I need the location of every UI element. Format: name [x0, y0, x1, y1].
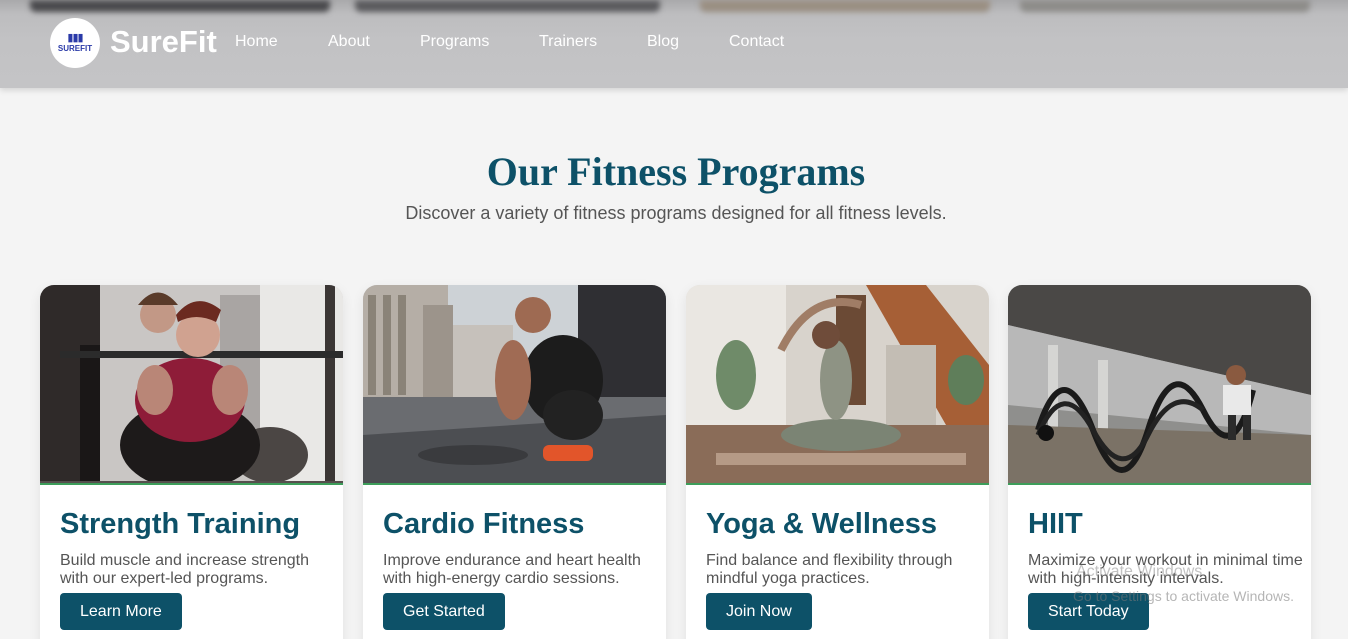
strength-training-image — [40, 285, 343, 483]
card-title: HIIT — [1028, 508, 1083, 540]
hiit-image — [1008, 285, 1311, 483]
activation-watermark-title: Activate Windows — [1076, 563, 1203, 580]
learn-more-button[interactable]: Learn More — [60, 593, 182, 630]
brand-name[interactable]: SureFit — [110, 24, 217, 60]
activation-watermark-text: Go to Settings to activate Windows. — [1073, 588, 1294, 604]
header-background-image — [700, 0, 990, 12]
card-description: Find balance and flexibility through min… — [706, 552, 953, 587]
join-now-button[interactable]: Join Now — [706, 593, 812, 630]
section-subtitle: Discover a variety of fitness programs d… — [405, 203, 947, 223]
header-background-image — [1020, 0, 1310, 12]
cardio-fitness-image — [363, 285, 666, 483]
card-description: Build muscle and increase strength with … — [60, 552, 310, 587]
dumbbell-icon: ▮▮▮ — [67, 32, 83, 44]
card-title: Yoga & Wellness — [706, 508, 937, 540]
nav-programs[interactable]: Programs — [420, 33, 489, 51]
yoga-wellness-image — [686, 285, 989, 483]
card-divider — [686, 483, 989, 485]
header-background-image — [355, 0, 660, 12]
get-started-button[interactable]: Get Started — [383, 593, 505, 630]
program-card-hiit: HIIT Maximize your workout in minimal ti… — [1008, 285, 1311, 639]
site-header: ▮▮▮ SUREFIT SureFit Home About Programs … — [0, 0, 1348, 88]
nav-trainers[interactable]: Trainers — [539, 33, 597, 51]
program-card-cardio: Cardio Fitness Improve endurance and hea… — [363, 285, 666, 639]
program-card-yoga: Yoga & Wellness Find balance and flexibi… — [686, 285, 989, 639]
nav-home[interactable]: Home — [235, 33, 278, 51]
logo[interactable]: ▮▮▮ SUREFIT — [50, 18, 100, 68]
card-title: Strength Training — [60, 508, 301, 540]
card-divider — [363, 483, 666, 485]
card-divider — [1008, 483, 1311, 485]
card-description: Improve endurance and heart health with … — [383, 552, 641, 587]
nav-contact[interactable]: Contact — [729, 33, 784, 51]
logo-text: SUREFIT — [57, 44, 93, 53]
header-background-image — [30, 0, 330, 12]
program-card-strength: Strength Training Build muscle and incre… — [40, 285, 343, 639]
nav-about[interactable]: About — [328, 33, 370, 51]
card-divider — [40, 483, 343, 485]
nav-blog[interactable]: Blog — [647, 33, 679, 51]
card-title: Cardio Fitness — [383, 508, 585, 540]
section-title: Our Fitness Programs — [486, 149, 866, 194]
